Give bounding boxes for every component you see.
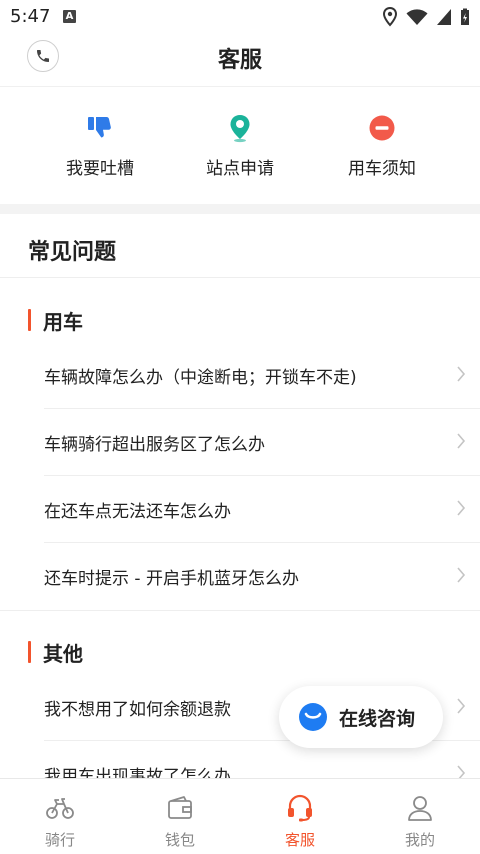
chat-bubble-icon [299,703,327,731]
divider [0,610,480,611]
location-status-icon [382,7,398,27]
divider [0,277,480,278]
shortcut-row: 我要吐槽 站点申请 用车须知 [0,86,480,204]
status-time: 5:47 [10,6,51,27]
page-title: 客服 [217,48,262,73]
online-consult-button[interactable]: 在线咨询 [279,686,443,748]
faq-question: 车辆骑行超出服务区了怎么办 [44,435,265,455]
header: 客服 [0,34,480,86]
signal-icon [437,9,451,25]
section-header-other: 其他 [28,640,83,666]
minus-circle-icon [367,113,397,143]
shortcut-label: 用车须知 [348,159,416,179]
faq-title: 常见问题 [28,240,117,265]
headset-icon [285,793,315,823]
shortcut-rules[interactable]: 用车须知 [312,87,452,205]
location-pin-icon [225,113,255,143]
shortcut-complaint[interactable]: 我要吐槽 [30,87,170,205]
faq-item[interactable]: 车辆骑行超出服务区了怎么办 [44,409,480,476]
user-icon [405,793,435,823]
tab-ride[interactable]: 骑行 [0,779,120,854]
consult-label: 在线咨询 [339,707,416,730]
faq-question: 车辆故障怎么办（中途断电；开锁车不走) [44,368,357,388]
chevron-right-icon [457,500,466,516]
tab-profile[interactable]: 我的 [360,779,480,854]
tab-label: 客服 [284,831,315,849]
section-accent-bar [28,309,31,331]
tab-label: 骑行 [44,831,75,849]
chevron-right-icon [457,366,466,382]
tab-service[interactable]: 客服 [240,779,360,854]
tab-wallet[interactable]: 钱包 [120,779,240,854]
thumbs-down-icon [85,113,115,143]
section-label: 其他 [43,641,83,666]
shortcut-station-apply[interactable]: 站点申请 [170,87,310,205]
section-accent-bar [28,641,31,663]
section-label: 用车 [43,309,83,334]
section-header-usage: 用车 [28,308,83,334]
wifi-icon [406,9,428,25]
chevron-right-icon [457,698,466,714]
faq-question: 还车时提示 - 开启手机蓝牙怎么办 [44,569,299,589]
faq-question: 在还车点无法还车怎么办 [44,502,231,522]
faq-item[interactable]: 车辆故障怎么办（中途断电；开锁车不走) [44,342,480,409]
status-icons [382,7,470,27]
status-bar: 5:47 A [0,0,480,34]
faq-item[interactable]: 在还车点无法还车怎么办 [44,476,480,543]
battery-icon [461,8,469,25]
shortcut-label: 我要吐槽 [66,159,134,179]
tab-label: 钱包 [164,831,195,849]
bottom-tab-bar: 骑行 钱包 客服 我的 [0,778,480,854]
shortcut-label: 站点申请 [206,159,274,179]
chevron-right-icon [457,567,466,583]
faq-item[interactable]: 还车时提示 - 开启手机蓝牙怎么办 [44,543,480,610]
faq-question: 我不想用了如何余额退款 [44,700,231,720]
chevron-right-icon [457,433,466,449]
section-gap [0,204,480,214]
notification-a-icon: A [63,10,76,23]
tab-label: 我的 [404,831,435,849]
wallet-icon [165,793,195,823]
bike-icon [45,793,75,823]
